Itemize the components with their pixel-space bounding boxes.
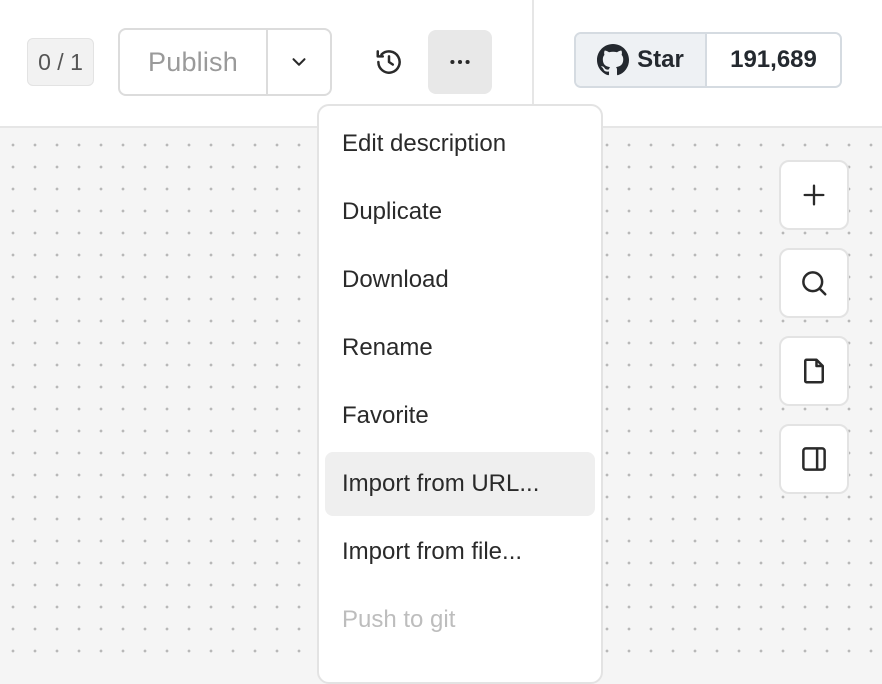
menu-item-import-from-url[interactable]: Import from URL...	[325, 452, 595, 516]
github-star-widget: Star 191,689	[574, 32, 842, 88]
github-star-button[interactable]: Star	[576, 34, 707, 86]
publish-dropdown-button[interactable]	[268, 30, 330, 94]
panel-right-icon	[802, 447, 826, 471]
menu-item-push-to-git: Push to git	[342, 606, 456, 633]
github-star-count[interactable]: 191,689	[707, 34, 840, 86]
more-options-menu: Edit description Duplicate Download Rena…	[317, 104, 603, 684]
github-icon	[597, 44, 630, 76]
search-icon	[802, 271, 827, 296]
history-button[interactable]	[358, 30, 420, 94]
toggle-panel-button[interactable]	[779, 424, 849, 494]
file-icon	[804, 358, 824, 384]
menu-item-favorite[interactable]: Favorite	[325, 384, 595, 448]
more-horizontal-icon	[450, 59, 470, 65]
revision-counter: 0 / 1	[27, 38, 94, 86]
chevron-down-icon	[292, 58, 306, 66]
history-icon	[376, 50, 401, 74]
menu-item-duplicate[interactable]: Duplicate	[325, 180, 595, 244]
menu-item-import-from-file[interactable]: Import from file...	[325, 520, 595, 584]
more-options-button[interactable]	[428, 30, 492, 94]
menu-item-download[interactable]: Download	[325, 248, 595, 312]
publish-button-group: Publish	[118, 28, 332, 96]
search-button[interactable]	[779, 248, 849, 318]
plus-icon	[803, 184, 825, 206]
github-star-label: Star	[637, 46, 684, 73]
menu-item-rename[interactable]: Rename	[325, 316, 595, 380]
menu-item-edit-description[interactable]: Edit description	[325, 112, 595, 176]
notes-button[interactable]	[779, 336, 849, 406]
add-node-button[interactable]	[779, 160, 849, 230]
publish-button[interactable]: Publish	[120, 30, 268, 94]
